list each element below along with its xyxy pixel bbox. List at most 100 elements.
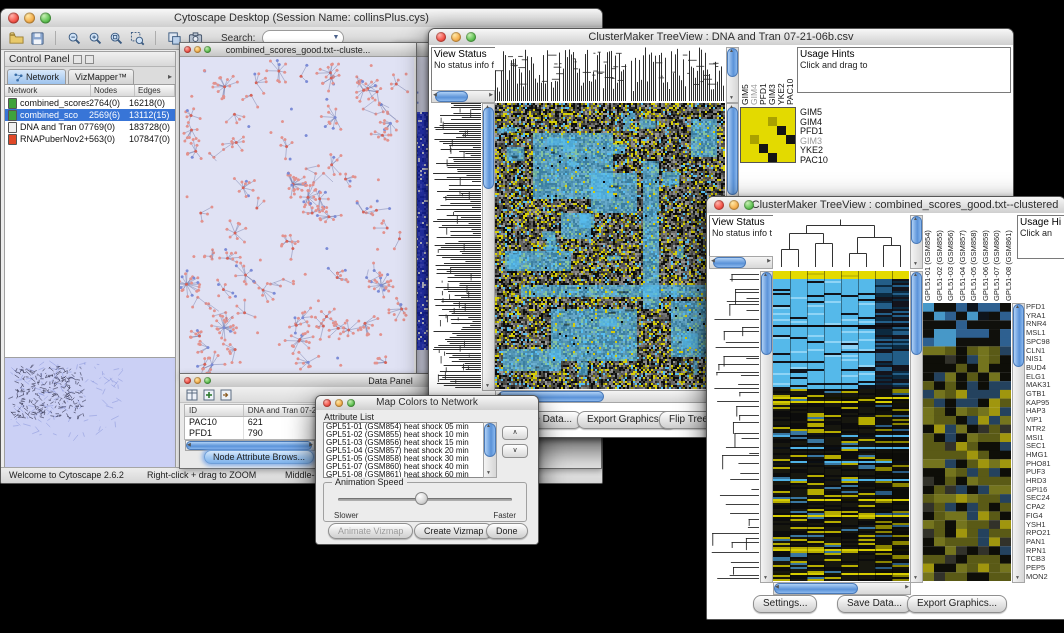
animate-vizmap-button[interactable]: Animate Vizmap xyxy=(328,523,413,539)
tv1-zoom-cell[interactable] xyxy=(750,153,759,162)
scrollbar-arrow-icon[interactable]: ▲ xyxy=(485,105,490,110)
scrollbar-arrow-icon[interactable]: ▲ xyxy=(913,273,918,278)
tv2-export-graphics-button[interactable]: Export Graphics... xyxy=(907,595,1007,613)
tv1-zoom-cell[interactable] xyxy=(759,144,768,153)
tv1-zoom-cell[interactable] xyxy=(777,108,786,117)
slider-thumb-icon[interactable] xyxy=(415,492,428,505)
scrollbar-arrow-icon[interactable]: ▲ xyxy=(1015,305,1020,310)
tv1-zoom-cell[interactable] xyxy=(768,153,777,162)
tv1-zoom-cell[interactable] xyxy=(777,117,786,126)
tv2-mini-scrollbar[interactable]: ◀▶ xyxy=(709,256,773,269)
network-row[interactable]: combined_sco2569(6)13112(15) xyxy=(5,109,175,121)
scrollbar-arrow-icon[interactable]: ▲ xyxy=(913,217,918,222)
close-icon[interactable] xyxy=(714,200,724,210)
network-row[interactable]: RNAPuberNov2+563(0)107847(0) xyxy=(5,133,175,145)
network-window-title-bar[interactable]: combined_scores_good.txt--cluste... xyxy=(180,43,416,57)
move-down-button[interactable]: ∨ xyxy=(502,444,528,458)
attribute-list[interactable]: GPL51-01 (GSM854) heat shock 05 minGPL51… xyxy=(323,422,497,478)
tv1-zoom-matrix[interactable] xyxy=(740,107,796,163)
tv1-zoom-cell[interactable] xyxy=(768,144,777,153)
tv1-row-dendrogram[interactable] xyxy=(431,103,481,389)
move-up-button[interactable]: ∧ xyxy=(502,426,528,440)
scrollbar-arrow-icon[interactable]: ◀ xyxy=(187,443,191,448)
tv1-zoom-cell[interactable] xyxy=(768,135,777,144)
scrollbar-arrow-icon[interactable]: ▼ xyxy=(1015,576,1020,581)
tv1-zoom-cell[interactable] xyxy=(777,126,786,135)
zoom-fit-icon[interactable] xyxy=(107,29,125,47)
scrollbar-arrow-icon[interactable]: ◀ xyxy=(711,259,715,264)
scrollbar-arrow-icon[interactable]: ▲ xyxy=(729,49,734,54)
network-graph-canvas[interactable] xyxy=(180,57,414,374)
treeview1-title-bar[interactable]: ClusterMaker TreeView : DNA and Tran 07-… xyxy=(429,29,1013,46)
scrollbar-thumb[interactable] xyxy=(1013,304,1024,367)
tv2-column-scrollbar[interactable]: ▲▼ xyxy=(910,215,923,269)
tv1-zoom-cell[interactable] xyxy=(768,126,777,135)
dialog-title-bar[interactable]: Map Colors to Network xyxy=(316,396,538,411)
tv1-zoom-cell[interactable] xyxy=(786,135,795,144)
scrollbar-arrow-icon[interactable]: ▲ xyxy=(763,273,768,278)
scrollbar-arrow-icon[interactable]: ▶ xyxy=(767,259,771,264)
scrollbar-thumb[interactable] xyxy=(911,272,922,355)
tv1-zoom-cell[interactable] xyxy=(786,153,795,162)
scrollbar-arrow-icon[interactable]: ▼ xyxy=(913,262,918,267)
minimize-icon[interactable] xyxy=(24,13,35,24)
tab-network[interactable]: Network xyxy=(7,69,66,84)
tv2-settings-button[interactable]: Settings... xyxy=(753,595,817,613)
minimize-icon[interactable] xyxy=(729,200,739,210)
network-row[interactable]: DNA and Tran 07769(0)183728(0) xyxy=(5,121,175,133)
tv1-zoom-cell[interactable] xyxy=(786,144,795,153)
data-col-id[interactable]: ID xyxy=(185,405,244,416)
frame-close-icon[interactable] xyxy=(184,377,191,384)
scrollbar-arrow-icon[interactable]: ▼ xyxy=(763,576,768,581)
scrollbar-arrow-icon[interactable]: ▼ xyxy=(486,471,491,476)
close-icon[interactable] xyxy=(8,13,19,24)
tv1-zoom-cell[interactable] xyxy=(759,135,768,144)
zoom-selected-icon[interactable] xyxy=(128,29,146,47)
maximize-icon[interactable] xyxy=(466,32,476,42)
tab-overflow-arrow-icon[interactable]: ▸ xyxy=(168,69,172,84)
main-title-bar[interactable]: Cytoscape Desktop (Session Name: collins… xyxy=(1,9,602,28)
minimize-icon[interactable] xyxy=(335,399,343,407)
frame-minimize-icon[interactable] xyxy=(194,46,201,53)
tv1-heatmap[interactable] xyxy=(495,103,725,389)
tv1-row-scrollbar[interactable]: ▲▼ xyxy=(482,103,495,391)
tv1-zoom-cell[interactable] xyxy=(768,117,777,126)
scrollbar-arrow-icon[interactable]: ▲ xyxy=(729,105,734,110)
tv2-heatmap-hscrollbar[interactable]: ◀▶ xyxy=(773,582,911,595)
done-button[interactable]: Done xyxy=(486,523,528,539)
tv1-zoom-cell[interactable] xyxy=(741,135,750,144)
tv2-row-dendrogram[interactable] xyxy=(709,271,759,581)
tv2-column-dendrogram[interactable] xyxy=(773,215,909,267)
scrollbar-arrow-icon[interactable]: ◀ xyxy=(775,585,779,590)
tv1-zoom-cell[interactable] xyxy=(741,126,750,135)
import-table-icon[interactable] xyxy=(220,389,232,401)
create-vizmap-button[interactable]: Create Vizmap xyxy=(414,523,493,539)
tv2-save-data-button[interactable]: Save Data... xyxy=(837,595,912,613)
scrollbar-arrow-icon[interactable]: ▶ xyxy=(489,93,493,98)
scrollbar-arrow-icon[interactable]: ▲ xyxy=(486,424,491,429)
close-icon[interactable] xyxy=(436,32,446,42)
tab-vizmapper[interactable]: VizMapper™ xyxy=(68,69,134,84)
scrollbar-thumb[interactable] xyxy=(774,583,858,594)
scrollbar-thumb[interactable] xyxy=(186,441,312,450)
column-nodes[interactable]: Nodes xyxy=(91,85,135,96)
scrollbar-thumb[interactable] xyxy=(727,107,738,195)
network-overview-panel[interactable] xyxy=(5,357,175,468)
scrollbar-thumb[interactable] xyxy=(713,257,746,268)
zoom-out-icon[interactable] xyxy=(65,29,83,47)
tv1-zoom-cell[interactable] xyxy=(750,108,759,117)
tv2-heatmap-vscrollbar[interactable]: ▲▼ xyxy=(910,271,923,583)
scrollbar-arrow-icon[interactable]: ▶ xyxy=(309,443,313,448)
column-network[interactable]: Network xyxy=(5,85,91,96)
tv1-zoom-cell[interactable] xyxy=(741,108,750,117)
tv1-column-scrollbar[interactable]: ▲▼ xyxy=(726,47,739,103)
tv2-zoom-heatmap[interactable] xyxy=(923,303,1011,581)
tv1-zoom-cell[interactable] xyxy=(759,117,768,126)
treeview2-title-bar[interactable]: ClusterMaker TreeView : combined_scores_… xyxy=(707,197,1064,214)
tv1-zoom-cell[interactable] xyxy=(777,144,786,153)
scrollbar-arrow-icon[interactable]: ▼ xyxy=(913,576,918,581)
frame-maximize-icon[interactable] xyxy=(204,377,211,384)
scrollbar-thumb[interactable] xyxy=(483,107,494,189)
maximize-icon[interactable] xyxy=(744,200,754,210)
tv1-zoom-cell[interactable] xyxy=(750,144,759,153)
